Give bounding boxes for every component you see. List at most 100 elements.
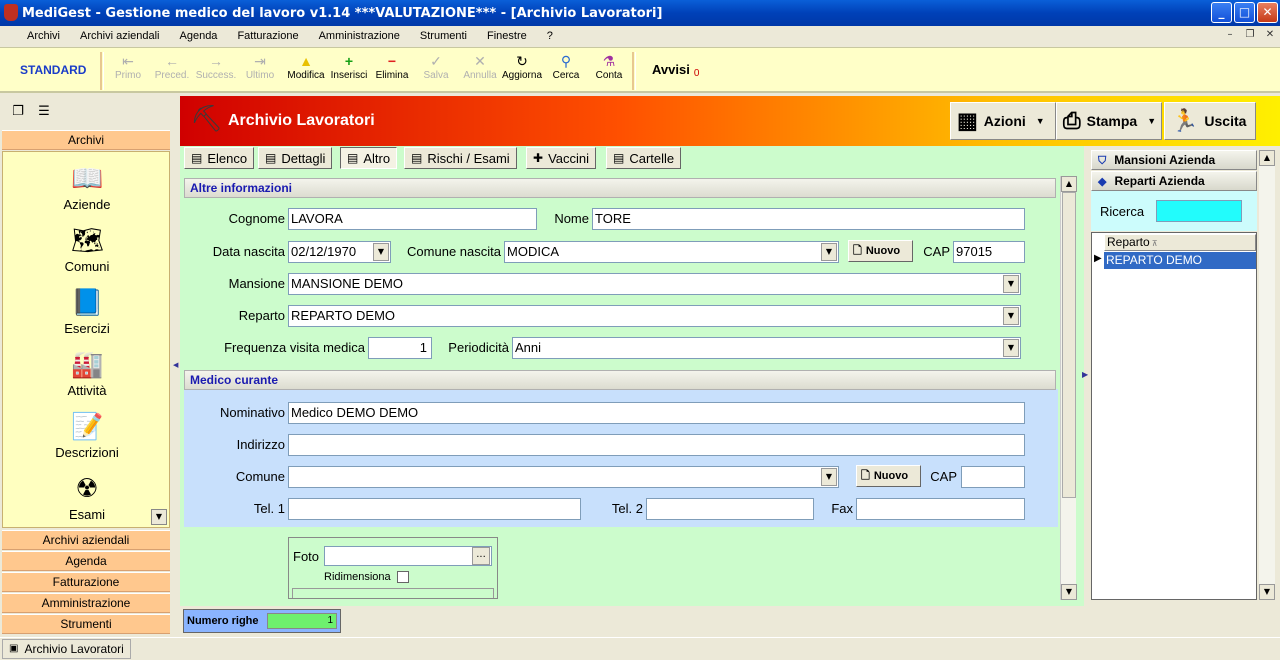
- menu-finestre[interactable]: Finestre: [487, 30, 527, 42]
- archivi-group-header[interactable]: Archivi: [2, 130, 170, 150]
- next-record-button[interactable]: → Success.: [194, 52, 238, 81]
- periodicita-dropdown-button[interactable]: ▼: [1003, 339, 1019, 357]
- tab-vaccini[interactable]: ✚ Vaccini: [526, 147, 597, 169]
- scroll-up-button[interactable]: ▲: [1061, 176, 1077, 192]
- cognome-field[interactable]: LAVORA: [288, 208, 537, 230]
- elimina-button[interactable]: − Elimina: [370, 52, 414, 81]
- previous-record-button[interactable]: ← Preced.: [150, 52, 194, 81]
- menu-archivi-aziendali[interactable]: Archivi aziendali: [80, 30, 159, 42]
- comune-nascita-select[interactable]: MODICA: [504, 241, 839, 263]
- nuovo-comune-medico-button[interactable]: 🗋 Nuovo: [856, 465, 921, 487]
- scroll-down-button[interactable]: ▼: [1061, 584, 1077, 600]
- aggiorna-button[interactable]: ↻ Aggiorna: [500, 52, 544, 81]
- nome-field[interactable]: TORE: [592, 208, 1025, 230]
- tab-dettagli[interactable]: ▤ Dettagli: [258, 147, 333, 169]
- inserisci-button[interactable]: + Inserisci: [327, 52, 371, 81]
- menu-fatturazione[interactable]: Fatturazione: [237, 30, 298, 42]
- scroll-up-button[interactable]: ▲: [1259, 150, 1275, 166]
- nav-esercizi[interactable]: 📘 Esercizi: [3, 286, 171, 336]
- conta-button[interactable]: ⚗ Conta: [587, 52, 631, 81]
- scroll-down-button[interactable]: ▼: [1259, 584, 1275, 600]
- diamond-icon: ◆: [1098, 176, 1107, 188]
- nav-scroll-down-button[interactable]: ▼: [151, 509, 167, 525]
- mdi-close-button[interactable]: ✕: [1262, 28, 1278, 42]
- cap-field[interactable]: 97015: [953, 241, 1025, 263]
- other-icon: ▤: [347, 151, 359, 165]
- tree-icon[interactable]: ☰: [36, 104, 52, 120]
- nav-comuni[interactable]: 🗺 Comuni: [3, 224, 171, 274]
- annulla-button[interactable]: ✕ Annulla: [458, 52, 502, 81]
- copy-icon[interactable]: ❐: [10, 104, 26, 120]
- salva-button[interactable]: ✓ Salva: [414, 52, 458, 81]
- uscita-button[interactable]: 🏃 Uscita: [1164, 102, 1256, 140]
- collapse-right-icon[interactable]: ▶: [1082, 370, 1088, 379]
- menu-archivi[interactable]: Archivi: [27, 30, 60, 42]
- nav-descrizioni[interactable]: 📝 Descrizioni: [3, 410, 171, 460]
- last-record-button[interactable]: ⇥ Ultimo: [238, 52, 282, 81]
- reparti-azienda-header[interactable]: ◆ Reparti Azienda: [1091, 171, 1257, 191]
- tab-rischi-esami[interactable]: ▤ Rischi / Esami: [404, 147, 517, 169]
- tab-cartelle[interactable]: ▤ Cartelle: [606, 147, 682, 169]
- first-icon: ⇤: [122, 53, 134, 69]
- cap-medico-field[interactable]: [961, 466, 1025, 488]
- date-dropdown-button[interactable]: ▼: [373, 243, 389, 261]
- agenda-group-header[interactable]: Agenda: [2, 551, 170, 571]
- left-panel-toolbar: ❐ ☰: [0, 96, 172, 128]
- close-button[interactable]: ✕: [1257, 2, 1278, 23]
- mansioni-azienda-header[interactable]: ⛉ Mansioni Azienda: [1091, 150, 1257, 170]
- menu-agenda[interactable]: Agenda: [180, 30, 218, 42]
- table-row[interactable]: REPARTO DEMO: [1104, 252, 1256, 269]
- comune-nascita-dropdown-button[interactable]: ▼: [821, 243, 837, 261]
- fax-field[interactable]: [856, 498, 1025, 520]
- minimize-button[interactable]: _: [1211, 2, 1232, 23]
- ricerca-input[interactable]: [1156, 200, 1242, 222]
- menu-amministrazione[interactable]: Amministrazione: [319, 30, 400, 42]
- periodicita-select[interactable]: Anni: [512, 337, 1021, 359]
- app-icon[interactable]: [4, 4, 18, 21]
- mdi-minimize-button[interactable]: –: [1222, 28, 1238, 42]
- toolbar-profile[interactable]: STANDARD: [20, 63, 86, 77]
- reparto-dropdown-button[interactable]: ▼: [1003, 307, 1019, 325]
- first-record-button[interactable]: ⇤ Primo: [106, 52, 150, 81]
- stampa-button[interactable]: ⎙ Stampa ▼: [1056, 102, 1162, 140]
- mansione-dropdown-button[interactable]: ▼: [1003, 275, 1019, 293]
- foto-panel: Foto ... Ridimensiona: [288, 537, 498, 599]
- maximize-button[interactable]: □: [1234, 2, 1255, 23]
- nuovo-comune-nascita-button[interactable]: 🗋 Nuovo: [848, 240, 913, 262]
- ridimensiona-checkbox[interactable]: [397, 571, 409, 583]
- azioni-button[interactable]: ▦ Azioni ▼: [950, 102, 1056, 140]
- frequenza-field[interactable]: 1: [368, 337, 432, 359]
- indirizzo-field[interactable]: [288, 434, 1025, 456]
- strumenti-group-header[interactable]: Strumenti: [2, 614, 170, 634]
- nav-attivita[interactable]: 🏭 Attività: [3, 348, 171, 398]
- tab-elenco[interactable]: ▤ Elenco: [184, 147, 255, 169]
- avvisi-button[interactable]: Avvisi 0: [652, 62, 699, 79]
- mdi-restore-button[interactable]: ❐: [1242, 28, 1258, 42]
- right-scrollbar[interactable]: ▲ ▼: [1259, 150, 1275, 600]
- comune-medico-dropdown-button[interactable]: ▼: [821, 468, 837, 486]
- left-splitter[interactable]: ◀: [172, 96, 180, 636]
- modifica-button[interactable]: ▲ Modifica: [284, 52, 328, 81]
- fatturazione-group-header[interactable]: Fatturazione: [2, 572, 170, 592]
- reparto-select[interactable]: REPARTO DEMO: [288, 305, 1021, 327]
- nominativo-field[interactable]: Medico DEMO DEMO: [288, 402, 1025, 424]
- column-header-reparto[interactable]: Reparto ⊼: [1104, 234, 1256, 251]
- tel1-field[interactable]: [288, 498, 581, 520]
- foto-path-field[interactable]: [324, 546, 492, 566]
- archivi-aziendali-group-header[interactable]: Archivi aziendali: [2, 530, 170, 550]
- tel2-field[interactable]: [646, 498, 814, 520]
- menu-help[interactable]: ?: [547, 30, 553, 42]
- nav-aziende[interactable]: 📖 Aziende: [3, 162, 171, 212]
- tab-altro[interactable]: ▤ Altro: [340, 147, 398, 169]
- comune-medico-select[interactable]: [288, 466, 839, 488]
- scroll-thumb[interactable]: [1062, 192, 1076, 498]
- document-edit-icon: 📝: [71, 411, 104, 441]
- content-scrollbar[interactable]: ▲ ▼: [1060, 176, 1077, 600]
- nav-esami[interactable]: ☢ Esami: [3, 472, 171, 522]
- menu-strumenti[interactable]: Strumenti: [420, 30, 467, 42]
- cerca-button[interactable]: ⚲ Cerca: [544, 52, 588, 81]
- amministrazione-group-header[interactable]: Amministrazione: [2, 593, 170, 613]
- foto-browse-button[interactable]: ...: [472, 547, 490, 565]
- window-task-button[interactable]: ▣ Archivio Lavoratori: [2, 639, 131, 659]
- mansione-select[interactable]: MANSIONE DEMO: [288, 273, 1021, 295]
